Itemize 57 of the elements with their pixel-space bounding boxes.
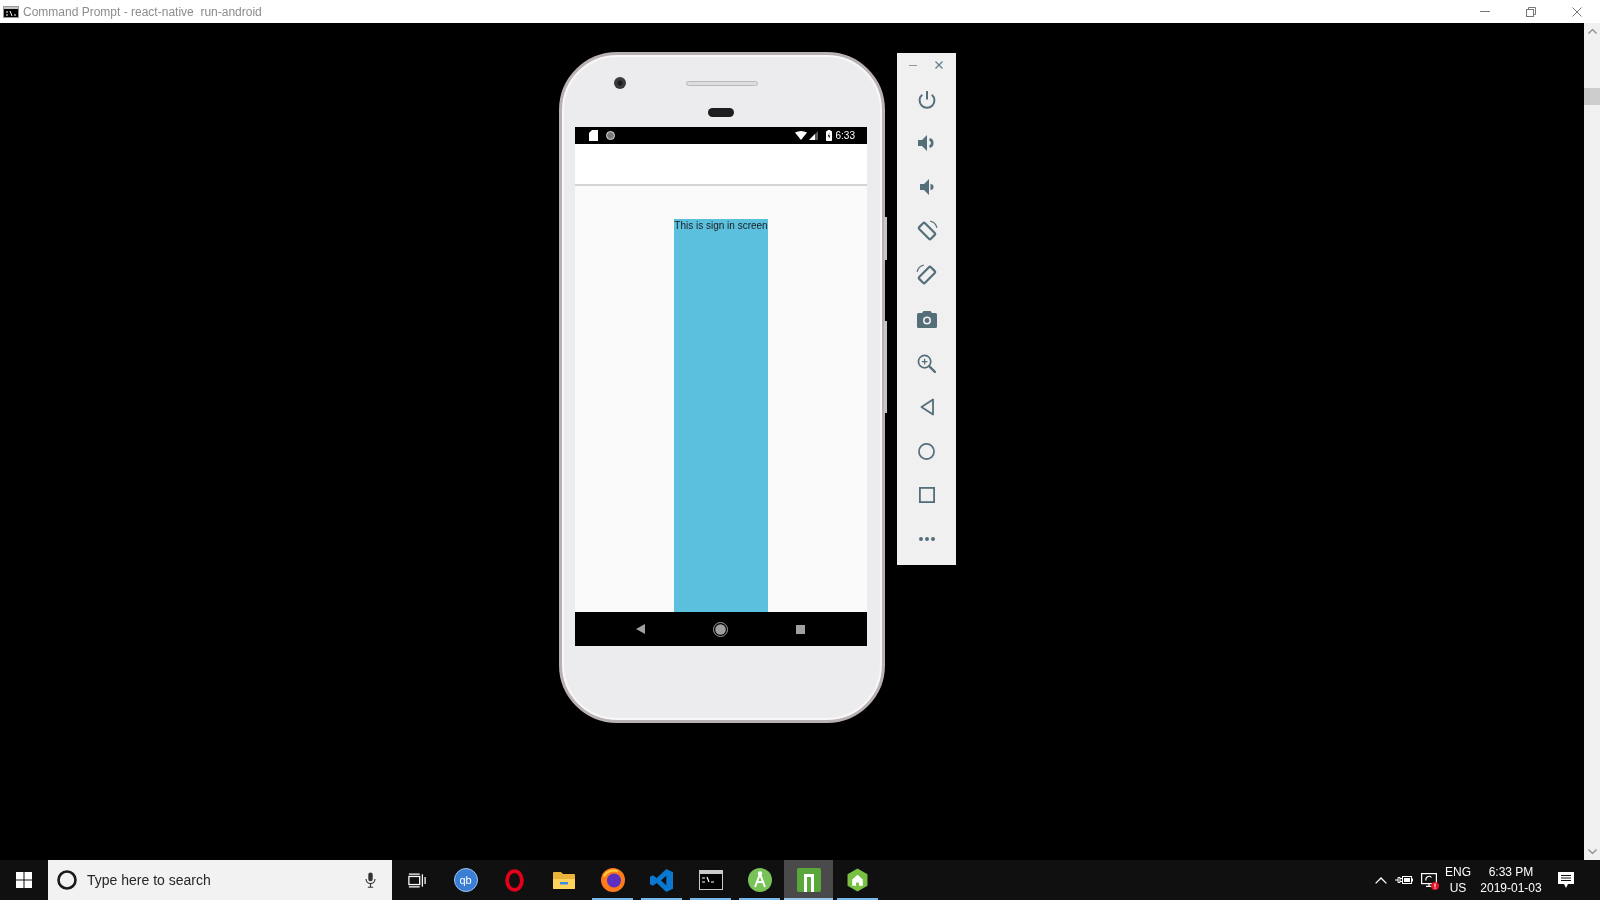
volume-down-icon bbox=[919, 179, 934, 195]
search-box[interactable]: Type here to search bbox=[48, 860, 392, 900]
speaker-grille bbox=[686, 81, 758, 86]
clock-text: 6:33 bbox=[835, 130, 855, 141]
square-icon bbox=[795, 624, 805, 634]
taskbar-app-button[interactable]: qb bbox=[441, 860, 490, 900]
task-view-icon bbox=[407, 872, 426, 888]
rotate-right-icon bbox=[915, 264, 938, 286]
clock-button[interactable]: 6:33 PM 2019-01-03 bbox=[1474, 860, 1548, 900]
house-icon bbox=[846, 868, 869, 892]
globe-icon bbox=[600, 868, 625, 892]
home-icon bbox=[712, 621, 728, 637]
console-icon bbox=[3, 5, 19, 18]
close-icon bbox=[935, 61, 943, 69]
sd-card-icon bbox=[589, 130, 598, 141]
folder-icon bbox=[551, 870, 576, 890]
microphone-icon bbox=[365, 872, 376, 888]
restore-icon bbox=[1526, 6, 1536, 17]
chevron-up-icon bbox=[1375, 876, 1387, 884]
ring-icon bbox=[505, 868, 524, 892]
language-button[interactable]: ENG US bbox=[1442, 860, 1474, 900]
zoom-in-icon bbox=[917, 353, 936, 373]
taskbar-app-button[interactable] bbox=[784, 860, 833, 900]
minimize-icon bbox=[909, 64, 917, 66]
camera-icon bbox=[916, 310, 937, 328]
window-title: Command Prompt - react-native run-android bbox=[23, 5, 262, 18]
back-icon bbox=[635, 624, 645, 634]
square-icon bbox=[918, 487, 935, 503]
circle-icon bbox=[57, 870, 77, 890]
chevron-down-icon bbox=[1587, 849, 1597, 854]
power-key bbox=[884, 217, 887, 260]
proximity-sensor bbox=[708, 108, 734, 117]
close-icon bbox=[1572, 6, 1582, 17]
circle-icon bbox=[918, 442, 935, 460]
round-logo: qb bbox=[453, 868, 478, 892]
minimize-icon bbox=[1480, 11, 1490, 12]
battery-plug-icon bbox=[1395, 875, 1413, 885]
compass-icon bbox=[747, 868, 772, 892]
dot-icon bbox=[606, 131, 615, 140]
ribbon-icon bbox=[650, 868, 673, 892]
front-camera bbox=[614, 77, 626, 89]
notification-icon bbox=[1558, 872, 1574, 888]
terminal-icon bbox=[698, 870, 723, 890]
screen-text: This is sign in screen bbox=[674, 219, 768, 232]
window-tile-icon bbox=[796, 868, 821, 892]
volume-up-icon bbox=[918, 135, 935, 151]
rotate-left-icon bbox=[915, 220, 938, 242]
signal-icon bbox=[808, 131, 818, 140]
search-field[interactable]: Type here to search bbox=[87, 860, 365, 900]
scrollbar-thumb[interactable] bbox=[1584, 88, 1600, 105]
chevron-up-icon bbox=[1587, 29, 1597, 34]
display-icon bbox=[1421, 873, 1437, 887]
battery-icon bbox=[825, 130, 832, 141]
windows-logo-icon bbox=[16, 872, 32, 888]
more-icon bbox=[918, 537, 935, 541]
power-icon bbox=[917, 89, 936, 109]
back-icon bbox=[919, 398, 934, 416]
